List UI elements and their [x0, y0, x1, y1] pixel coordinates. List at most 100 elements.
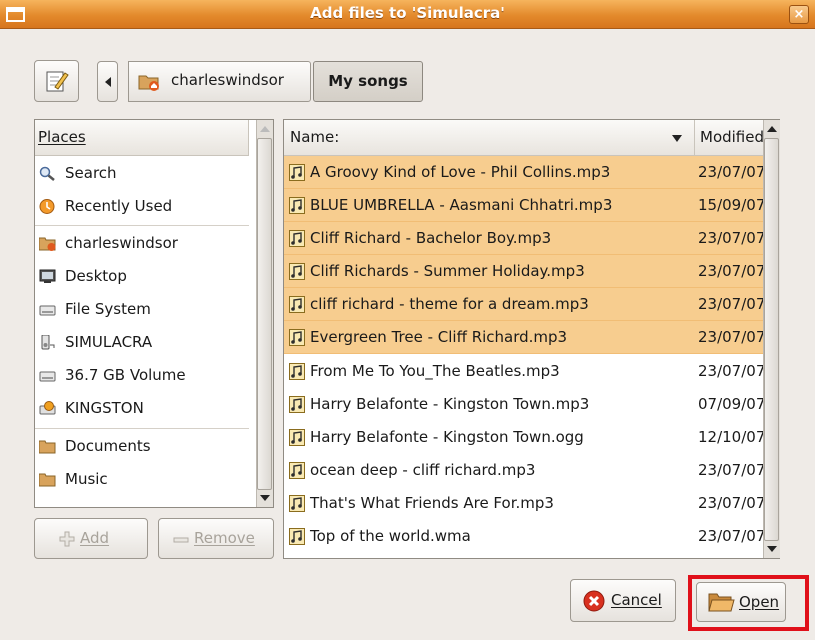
add-bookmark-button[interactable]: Add [34, 518, 148, 559]
file-name: Cliff Richard - Bachelor Boy.mp3 [310, 229, 552, 247]
file-name: BLUE UMBRELLA - Aasmani Chhatri.mp3 [310, 196, 613, 214]
file-modified: 23/07/07 [698, 262, 766, 280]
folder-icon [39, 473, 56, 487]
places-item-label: Recently Used [65, 197, 173, 215]
file-list: Name: Modified A Groovy Kind of Love - P… [283, 119, 780, 559]
file-row[interactable]: Cliff Richard - Bachelor Boy.mp3 23/07/0… [284, 222, 765, 255]
file-row[interactable]: Cliff Richards - Summer Holiday.mp3 23/0… [284, 255, 766, 288]
file-row[interactable]: ocean deep - cliff richard.mp3 23/07/07 [284, 454, 766, 487]
file-name: Top of the world.wma [310, 527, 471, 545]
music-file-icon [289, 462, 305, 479]
file-row[interactable]: BLUE UMBRELLA - Aasmani Chhatri.mp3 15/0… [284, 189, 766, 222]
file-list-scrollbar-thumb[interactable] [764, 138, 779, 541]
music-file-icon [289, 329, 305, 346]
scroll-down-icon[interactable] [767, 545, 777, 553]
file-modified: 23/07/07 [698, 328, 766, 346]
places-item-recently-used[interactable]: Recently Used [35, 190, 249, 223]
cancel-icon [583, 590, 605, 612]
breadcrumb-home-label: charleswindsor [171, 71, 284, 89]
places-item-label: Desktop [65, 267, 127, 285]
places-item-file-system[interactable]: File System [35, 293, 249, 326]
breadcrumb-home[interactable]: charleswindsor [128, 61, 311, 102]
file-row[interactable]: A Groovy Kind of Love - Phil Collins.mp3… [284, 156, 766, 189]
drive-icon [39, 305, 56, 316]
places-item-label: Search [65, 164, 117, 182]
places-item-simulacra[interactable]: SIMULACRA [35, 326, 249, 359]
places-item-label: Documents [65, 437, 151, 455]
column-header-modified[interactable]: Modified [695, 120, 765, 156]
places-item-label: charleswindsor [65, 234, 178, 252]
folder-icon [39, 440, 56, 454]
remove-bookmark-button[interactable]: Remove [158, 518, 274, 559]
places-column-header[interactable]: Places [35, 120, 249, 156]
file-name: Cliff Richards - Summer Holiday.mp3 [310, 262, 585, 280]
music-file-icon [289, 396, 305, 413]
places-item-label: File System [65, 300, 151, 318]
music-file-icon [289, 296, 305, 313]
media-player-icon [41, 335, 55, 350]
file-row[interactable]: That's What Friends Are For.mp3 23/07/07 [284, 487, 766, 520]
places-sidebar: Places Search Recently Used charleswinds… [34, 119, 274, 508]
file-row[interactable]: cliff richard - theme for a dream.mp3 23… [284, 288, 766, 321]
plus-icon [59, 531, 75, 547]
cancel-button[interactable]: Cancel [570, 579, 676, 622]
places-header-label: Places [38, 128, 86, 146]
file-name: ocean deep - cliff richard.mp3 [310, 461, 536, 479]
file-modified: 12/10/07 [698, 428, 766, 446]
file-row[interactable]: Evergreen Tree - Cliff Richard.mp3 23/07… [284, 321, 766, 354]
music-file-icon [289, 363, 305, 380]
scroll-up-icon[interactable] [767, 125, 777, 133]
recent-icon [39, 199, 55, 214]
file-name: A Groovy Kind of Love - Phil Collins.mp3 [310, 163, 611, 181]
column-name-label: Name: [290, 128, 340, 146]
edit-pencil-icon [46, 71, 69, 92]
window-title: Add files to 'Simulacra' [310, 4, 505, 22]
places-item-documents[interactable]: Documents [35, 430, 249, 463]
file-row[interactable]: Top of the world.wma 23/07/07 [284, 520, 766, 553]
places-item-home[interactable]: charleswindsor [35, 227, 249, 260]
file-name: Harry Belafonte - Kingston Town.mp3 [310, 395, 590, 413]
places-item-label: SIMULACRA [65, 333, 153, 351]
remove-button-label: Remove [194, 529, 255, 547]
file-modified: 23/07/07 [698, 527, 766, 545]
breadcrumb-current[interactable]: My songs [313, 61, 423, 102]
places-item-label: Music [65, 470, 108, 488]
places-item-desktop[interactable]: Desktop [35, 260, 249, 293]
search-icon [39, 166, 55, 181]
file-modified: 23/07/07 [698, 494, 766, 512]
drive-icon [39, 371, 56, 382]
home-folder-icon [138, 75, 159, 91]
file-name: Harry Belafonte - Kingston Town.ogg [310, 428, 584, 446]
places-separator [35, 428, 249, 429]
file-row[interactable]: Harry Belafonte - Kingston Town.mp3 07/0… [284, 388, 766, 421]
file-modified: 23/07/07 [698, 295, 766, 313]
edit-location-button[interactable] [34, 60, 79, 102]
file-modified: 23/07/07 [698, 163, 766, 181]
places-item-kingston[interactable]: KINGSTON [35, 392, 249, 425]
column-header-name[interactable]: Name: [284, 120, 695, 156]
places-item-volume[interactable]: 36.7 GB Volume [35, 359, 249, 392]
places-item-music[interactable]: Music [35, 463, 249, 496]
file-modified: 23/07/07 [698, 362, 766, 380]
file-row[interactable]: Harry Belafonte - Kingston Town.ogg 12/1… [284, 421, 766, 454]
usb-drive-icon [39, 401, 56, 415]
column-modified-label: Modified [700, 128, 765, 146]
path-back-button[interactable] [97, 61, 118, 102]
scroll-up-icon[interactable] [260, 125, 270, 133]
desktop-icon [39, 269, 56, 283]
home-folder-icon [39, 237, 56, 251]
file-name: cliff richard - theme for a dream.mp3 [310, 295, 589, 313]
window-close-button[interactable]: × [789, 5, 809, 24]
file-modified: 15/09/07 [698, 196, 766, 214]
places-item-label: KINGSTON [65, 399, 144, 417]
places-scrollbar-thumb[interactable] [257, 138, 272, 490]
file-modified: 07/09/07 [698, 395, 766, 413]
file-modified: 23/07/07 [698, 461, 766, 479]
music-file-icon [289, 230, 305, 247]
places-item-search[interactable]: Search [35, 157, 249, 190]
places-separator [35, 225, 249, 226]
sort-down-icon [672, 135, 682, 142]
scroll-down-icon[interactable] [260, 494, 270, 502]
file-row[interactable]: From Me To You_The Beatles.mp3 23/07/07 [284, 355, 766, 388]
add-button-label: Add [80, 529, 110, 547]
